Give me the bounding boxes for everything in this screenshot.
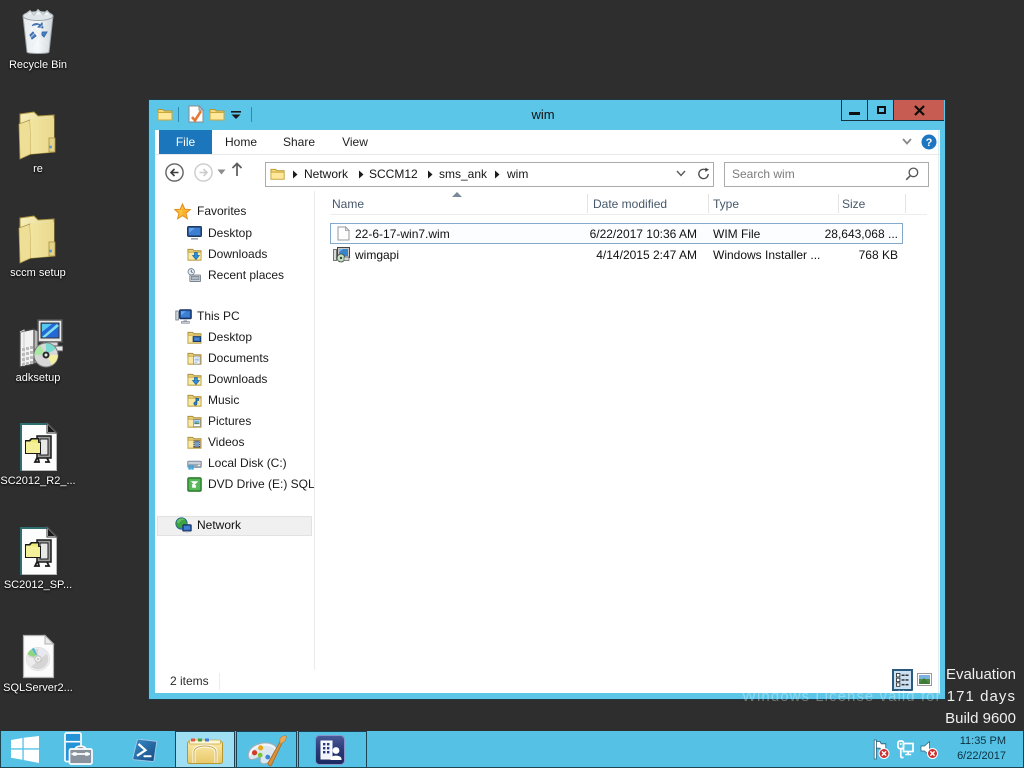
svg-text:?: ? bbox=[926, 137, 933, 149]
